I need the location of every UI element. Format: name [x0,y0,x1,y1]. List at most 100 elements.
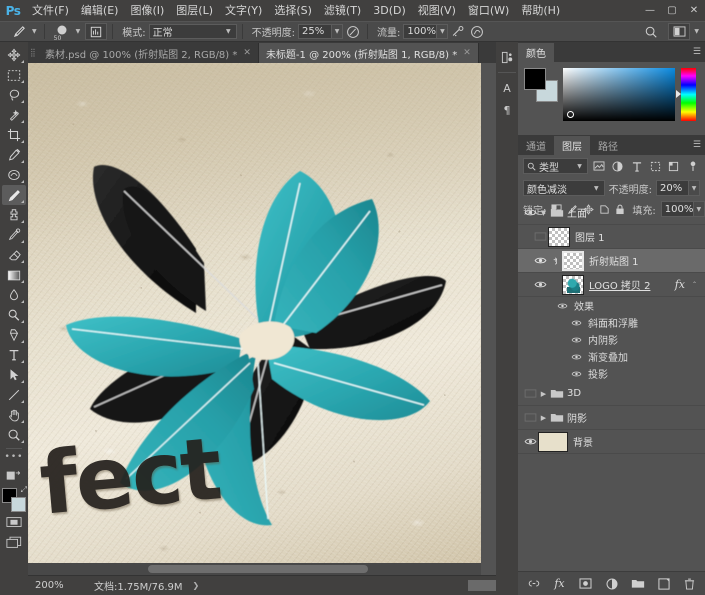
horizontal-type-tool[interactable] [2,345,26,365]
layer-row-group-shadow[interactable]: ▶ 阴影 [518,406,705,430]
filter-smart-object-icon[interactable] [667,158,682,174]
document-tab-2[interactable]: 未标题-1 @ 200% (折射贴图 1, RGB/8) * ✕ [259,43,479,63]
background-color-swatch[interactable] [11,497,26,512]
visibility-toggle-icon[interactable] [570,336,583,344]
brush-icon[interactable] [8,23,30,40]
opacity-pressure-icon[interactable] [343,23,362,40]
brush-settings-icon[interactable] [497,47,517,67]
brush-panel-icon[interactable] [85,23,107,40]
effect-row-drop-shadow[interactable]: 投影 [518,365,705,382]
delete-layer-button[interactable] [682,576,697,591]
new-group-button[interactable] [630,576,645,591]
quick-selection-tool[interactable] [2,105,26,125]
layer-row-group-3d[interactable]: ▶ 3D [518,382,705,406]
clone-stamp-tool[interactable] [2,205,26,225]
filter-toggle-icon[interactable] [685,158,700,174]
panel-menu-icon[interactable]: ☰ [693,140,701,150]
layer-effects-indicator[interactable]: fx ⌃ [675,278,699,291]
close-button[interactable]: ✕ [683,0,705,21]
layer-row-layer1[interactable]: 图层 1 [518,225,705,249]
panel-menu-icon[interactable]: ☰ [693,47,701,57]
swap-colors-icon[interactable]: ⤢ [21,485,27,495]
hand-tool[interactable] [2,405,26,425]
maximize-button[interactable]: ▢ [661,0,683,21]
visibility-toggle-icon[interactable] [522,406,538,430]
pen-tool[interactable] [2,325,26,345]
visibility-toggle-icon[interactable] [570,370,583,378]
gradient-tool[interactable] [2,265,26,285]
menu-layer[interactable]: 图层(L) [170,0,219,21]
document-tab-1[interactable]: 素材.psd @ 100% (折射贴图 2, RGB/8) * ✕ [38,43,259,63]
line-shape-tool[interactable] [2,385,26,405]
visibility-toggle-icon[interactable] [532,273,548,297]
group-expand-icon[interactable]: ▶ [538,414,549,422]
visibility-toggle-icon[interactable] [522,382,538,406]
hue-slider[interactable] [681,68,696,121]
status-expand-icon[interactable]: ❯ [193,581,200,590]
tab-layers[interactable]: 图层 [554,136,590,155]
workspace-switcher[interactable]: ▼ [665,23,701,40]
character-panel-icon[interactable]: A [497,78,517,98]
layer-row-refraction-map-1[interactable]: 折射贴图 1 [518,249,705,273]
foreground-background-colors[interactable]: ⤢ [2,488,26,512]
hue-slider-marker[interactable] [676,90,681,98]
menu-file[interactable]: 文件(F) [26,0,75,21]
move-tool[interactable] [2,45,26,65]
history-brush-tool[interactable] [2,225,26,245]
blur-tool[interactable] [2,285,26,305]
filter-shape-icon[interactable] [648,158,663,174]
brush-preset-caret-icon[interactable]: ▼ [76,28,81,35]
path-selection-tool[interactable] [2,365,26,385]
filter-type-icon[interactable] [629,158,644,174]
new-layer-button[interactable] [656,576,671,591]
group-expand-icon[interactable]: ▶ [538,390,549,398]
crop-tool[interactable] [2,125,26,145]
menu-edit[interactable]: 编辑(E) [75,0,125,21]
opacity-stepper[interactable]: ▼ [332,24,343,39]
menu-select[interactable]: 选择(S) [268,0,318,21]
brush-tool[interactable] [2,185,26,205]
blend-mode-select[interactable]: 正常 ▼ [149,24,237,39]
visibility-toggle-icon[interactable] [570,319,583,327]
filter-pixel-icon[interactable] [592,158,607,174]
visibility-toggle-icon[interactable] [522,430,538,454]
group-expand-icon[interactable]: ▼ [538,209,549,217]
visibility-toggle-icon[interactable] [556,302,569,310]
layer-kind-filter[interactable]: 类型 ▼ [523,158,588,174]
quick-mask-mode-button[interactable] [2,512,26,532]
filter-adjustment-icon[interactable] [611,158,626,174]
visibility-toggle-icon[interactable] [522,201,538,225]
image-canvas[interactable]: fect [28,63,481,574]
menu-help[interactable]: 帮助(H) [515,0,566,21]
airbrush-icon[interactable] [448,23,467,40]
layer-thumbnail[interactable] [538,432,568,452]
canvas-horizontal-scrollbar[interactable] [28,563,481,575]
menu-view[interactable]: 视图(V) [412,0,462,21]
layer-row-logo-copy-2[interactable]: LOGO 拷贝 2 fx ⌃ [518,273,705,297]
smoothing-icon[interactable] [467,23,486,40]
menu-image[interactable]: 图像(I) [124,0,170,21]
layer-thumbnail[interactable] [562,275,584,295]
add-layer-mask-button[interactable] [578,576,593,591]
layer-row-group-top[interactable]: ▼ 上面 [518,201,705,225]
dodge-tool[interactable] [2,305,26,325]
link-layers-button[interactable] [526,576,541,591]
more-tools-icon[interactable]: ••• [5,452,24,466]
minimize-button[interactable]: — [639,0,661,21]
close-icon[interactable]: ✕ [463,48,471,58]
rectangular-marquee-tool[interactable] [2,65,26,85]
lasso-tool[interactable] [2,85,26,105]
zoom-tool[interactable] [2,425,26,445]
chevron-up-icon[interactable]: ⌃ [692,281,697,288]
flow-stepper[interactable]: ▼ [437,24,448,39]
layer-blend-mode-select[interactable]: 颜色减淡 ▼ [523,180,605,196]
layer-row-background[interactable]: 背景 [518,430,705,454]
zoom-level[interactable]: 200% [28,580,86,591]
layer-opacity-stepper[interactable]: ▼ [689,180,700,196]
tab-paths[interactable]: 路径 [590,136,626,155]
eyedropper-tool[interactable] [2,145,26,165]
close-icon[interactable]: ✕ [243,48,251,58]
effect-row-inner-shadow[interactable]: 内阴影 [518,331,705,348]
layer-thumbnail[interactable] [548,227,570,247]
new-adjustment-layer-button[interactable] [604,576,619,591]
